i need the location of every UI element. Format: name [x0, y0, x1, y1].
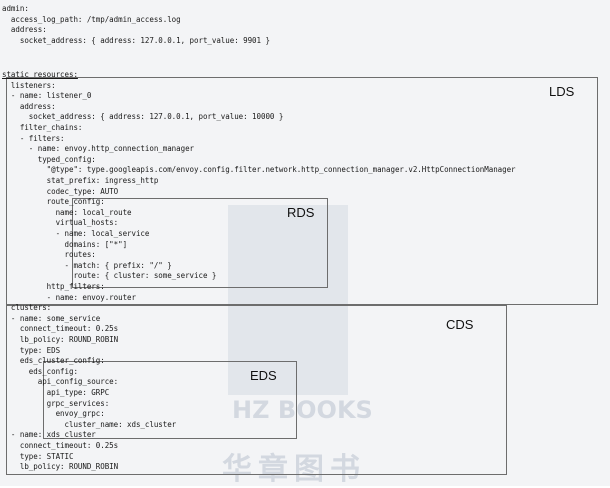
code-line: route_config: — [2, 197, 105, 207]
code-line: - name: listener_0 — [2, 91, 92, 101]
code-line: routes: — [2, 250, 96, 260]
code-line: socket_address: { address: 127.0.0.1, po… — [2, 112, 284, 122]
code-line: type: STATIC — [2, 451, 74, 461]
code-line: domains: ["*"] — [2, 239, 128, 249]
code-line: stat_prefix: ingress_http — [2, 176, 159, 185]
code-line: "@type": type.googleapis.com/envoy.confi… — [2, 165, 516, 175]
code-line: - name: local_service — [2, 229, 150, 238]
code-line: admin: — [2, 4, 29, 13]
code-line: cluster_name: xds_cluster — [2, 419, 177, 429]
code-line: codec_type: AUTO — [2, 186, 119, 196]
code-line: http_filters: — [2, 282, 105, 291]
code-line: - name: xds_cluster — [2, 430, 96, 440]
code-line: - name: some_service — [2, 313, 101, 323]
code-line: virtual_hosts: — [2, 218, 119, 228]
code-line: envoy_grpc: — [2, 409, 105, 419]
code-line: static_resources: — [2, 70, 78, 79]
code-line: - match: { prefix: "/" } — [2, 260, 172, 270]
code-line: eds_config: — [2, 366, 78, 376]
code-line: listeners: — [2, 80, 56, 90]
code-line: socket_address: { address: 127.0.0.1, po… — [2, 35, 270, 45]
code-line: lb_policy: ROUND_ROBIN — [2, 462, 119, 472]
code-line: - name: envoy.router — [2, 292, 136, 302]
code-line: api_config_source: — [2, 377, 119, 387]
code-line: - name: envoy.http_connection_manager — [2, 144, 195, 154]
code-line: connect_timeout: 0.25s — [2, 441, 119, 450]
code-line: api_type: GRPC — [2, 388, 110, 397]
code-line: eds_cluster_config: — [2, 356, 105, 366]
code-line: access_log_path: /tmp/admin_access.log — [2, 14, 181, 24]
code-line: type: EDS — [2, 345, 61, 355]
code-line: route: { cluster: some_service } — [2, 271, 217, 281]
code-line: - filters: — [2, 133, 65, 143]
code-line: filter_chains: — [2, 123, 83, 132]
code-line: address: — [2, 25, 47, 35]
code-line: name: local_route — [2, 207, 132, 217]
code-line: address: — [2, 101, 56, 111]
code-line: connect_timeout: 0.25s — [2, 324, 119, 334]
code-line: typed_config: — [2, 154, 96, 164]
envoy-config-code: admin: access_log_path: /tmp/admin_acces… — [0, 0, 610, 486]
code-line: grpc_services: — [2, 398, 110, 408]
diagram-canvas: HZ BOOKS 华章图书 LDS RDS CDS EDS admin: acc… — [0, 0, 610, 487]
code-line: lb_policy: ROUND_ROBIN — [2, 335, 119, 344]
code-line: clusters: — [2, 303, 52, 313]
